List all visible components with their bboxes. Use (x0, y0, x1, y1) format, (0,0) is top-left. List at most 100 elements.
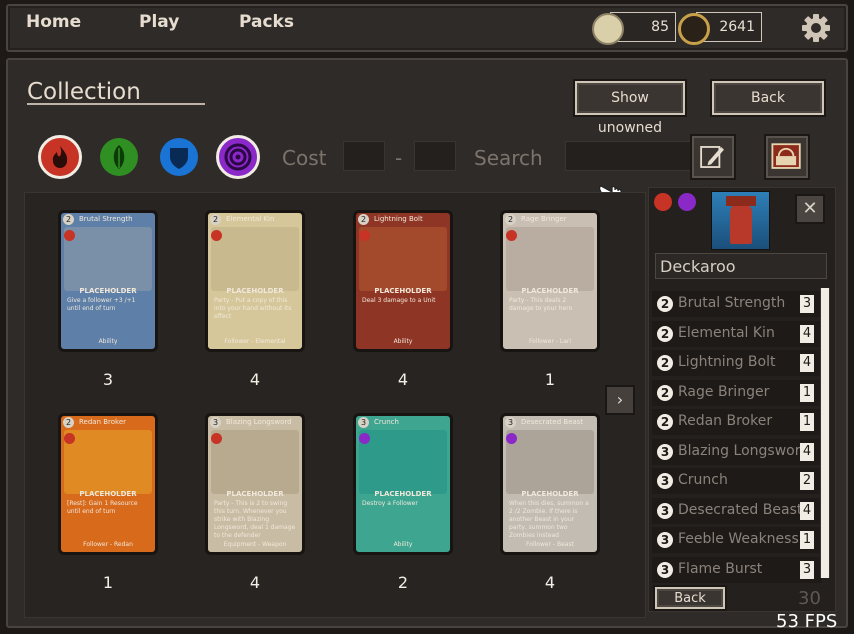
card-owned-count: 2 (397, 573, 409, 592)
fire-icon (52, 146, 68, 168)
deck-item-quantity: 1 (800, 531, 814, 549)
card-rules-text: Destroy a Follower (362, 500, 418, 507)
deck-item-name: Crunch (678, 472, 728, 488)
card-cost: 3 (210, 417, 221, 428)
chevron-right-icon: › (616, 390, 624, 409)
title-underline (27, 103, 205, 105)
close-deck-button[interactable]: ✕ (795, 194, 825, 224)
deck-item-cost: 2 (655, 412, 675, 432)
show-unowned-button[interactable]: Show unowned (575, 81, 685, 136)
pencil-icon (700, 146, 724, 168)
water-faction-filter[interactable] (160, 138, 198, 176)
deck-box-icon (771, 143, 801, 169)
deck-list-item[interactable]: 2 Elemental Kin 4 (652, 320, 822, 347)
card-name: Brutal Strength (79, 215, 133, 223)
card-art (506, 430, 594, 494)
deck-list-item[interactable]: 3 Feeble Weakness 1 (652, 527, 822, 553)
nav-packs[interactable]: Packs (239, 12, 294, 32)
deck-list-item[interactable]: 3 Desecrated Beast 4 (652, 497, 822, 524)
fire-faction-filter[interactable] (38, 135, 82, 179)
deck-list-item[interactable]: 2 Redan Broker 1 (652, 409, 822, 435)
deck-item-quantity: 4 (800, 354, 814, 372)
card-cost: 2 (63, 417, 74, 428)
collection-card[interactable]: 3 Crunch PLACEHOLDER Destroy a Follower Abil… (353, 413, 453, 555)
card-faction-icon (211, 433, 222, 444)
card-name: Lightning Bolt (374, 215, 423, 223)
shadow-faction-filter[interactable] (216, 135, 260, 179)
collection-card[interactable]: 2 Elemental Kin PLACEHOLDER Party - Put a c… (205, 210, 305, 352)
deck-item-quantity: 3 (800, 295, 814, 313)
card-type: Ability (393, 338, 413, 345)
collection-card[interactable]: 3 Desecrated Beast PLACEHOLDER When this di… (500, 413, 600, 555)
card-type: Follower - Redan (83, 541, 133, 548)
card-cost: 2 (358, 214, 369, 225)
card-rules-text: Give a follower +3 /+1 until end of turn (67, 297, 136, 312)
edit-deck-button[interactable] (690, 134, 736, 180)
shield-icon (170, 148, 188, 169)
card-placeholder-label: PLACEHOLDER (226, 287, 284, 295)
card-rules-text: When this dies, summon a 2 /2 Zombie. If… (509, 500, 589, 539)
spiral-icon (224, 143, 252, 171)
card-art (359, 227, 447, 291)
cost-max-input[interactable] (414, 141, 456, 171)
scroll-icon (592, 13, 624, 45)
deck-item-quantity: 4 (800, 324, 814, 343)
deck-box-button[interactable] (764, 134, 810, 180)
collection-card[interactable]: 2 Redan Broker PLACEHOLDER [Rest]: Gain 1 R… (58, 413, 158, 555)
card-rules-text: Deal 3 damage to a Unit (362, 297, 436, 304)
gear-icon[interactable] (800, 12, 832, 44)
deck-item-quantity: 1 (800, 413, 814, 431)
deck-item-cost: 3 (655, 441, 675, 462)
search-label: Search (474, 146, 543, 170)
next-page-button[interactable]: › (605, 385, 635, 415)
nature-faction-filter[interactable] (100, 138, 138, 176)
deck-back-button[interactable]: Back (655, 587, 725, 609)
deck-list-scroll-thumb[interactable] (821, 288, 829, 578)
nav-play[interactable]: Play (139, 12, 179, 32)
collection-card[interactable]: 2 Brutal Strength PLACEHOLDER Give a follow… (58, 210, 158, 352)
deck-item-quantity: 4 (800, 501, 814, 520)
leaf-icon (113, 145, 125, 169)
orb-icon (678, 13, 710, 45)
card-art (506, 227, 594, 291)
card-faction-icon (64, 433, 75, 444)
collection-card[interactable]: 2 Lightning Bolt PLACEHOLDER Deal 3 damage … (353, 210, 453, 352)
deck-list-item[interactable]: 2 Rage Bringer 1 (652, 379, 822, 406)
card-rules-text: Party - This deals 2 damage to your hero (509, 297, 573, 312)
card-owned-count: 4 (544, 573, 556, 592)
card-faction-icon (211, 230, 222, 241)
deck-item-cost: 3 (655, 471, 675, 491)
cost-min-input[interactable] (343, 141, 385, 171)
card-type: Follower - Lari (528, 338, 572, 345)
back-button[interactable]: Back (712, 81, 824, 115)
deck-hero-portrait (711, 191, 770, 250)
deck-item-name: Feeble Weakness (678, 531, 799, 547)
deck-list-item[interactable]: 3 Flame Burst 3 (652, 556, 822, 583)
card-faction-icon (64, 230, 75, 241)
card-name: Elemental Kin (226, 215, 275, 223)
search-input[interactable] (565, 141, 693, 171)
card-name: Desecrated Beast (521, 418, 584, 426)
deck-list-item[interactable]: 3 Crunch 2 (652, 468, 822, 494)
collection-card[interactable]: 3 Blazing Longsword PLACEHOLDER Party - Thi… (205, 413, 305, 555)
deck-list-item[interactable]: 2 Lightning Bolt 4 (652, 350, 822, 376)
card-rules-text: [Rest]: Gain 1 Resource until end of tur… (67, 500, 138, 515)
card-cost: 2 (63, 214, 74, 225)
collection-card[interactable]: 2 Rage Bringer PLACEHOLDER Party - This dea… (500, 210, 600, 352)
deck-name-input[interactable]: Deckaroo (655, 253, 827, 279)
card-art (64, 227, 152, 291)
card-placeholder-label: PLACEHOLDER (374, 287, 432, 295)
card-placeholder-label: PLACEHOLDER (521, 287, 579, 295)
card-art (211, 227, 299, 291)
deck-list-item[interactable]: 2 Brutal Strength 3 (652, 291, 822, 317)
card-placeholder-label: PLACEHOLDER (79, 490, 137, 498)
deck-list-item[interactable]: 3 Blazing Longsword 4 (652, 438, 822, 465)
deck-item-name: Blazing Longsword (678, 442, 810, 459)
card-owned-count: 4 (397, 370, 409, 389)
deck-item-name: Elemental Kin (678, 324, 775, 341)
deck-item-cost: 3 (655, 500, 675, 521)
deck-fire-faction-icon (654, 193, 672, 211)
card-cost: 3 (358, 417, 369, 428)
nav-home[interactable]: Home (26, 12, 81, 32)
card-cost: 2 (210, 214, 221, 225)
